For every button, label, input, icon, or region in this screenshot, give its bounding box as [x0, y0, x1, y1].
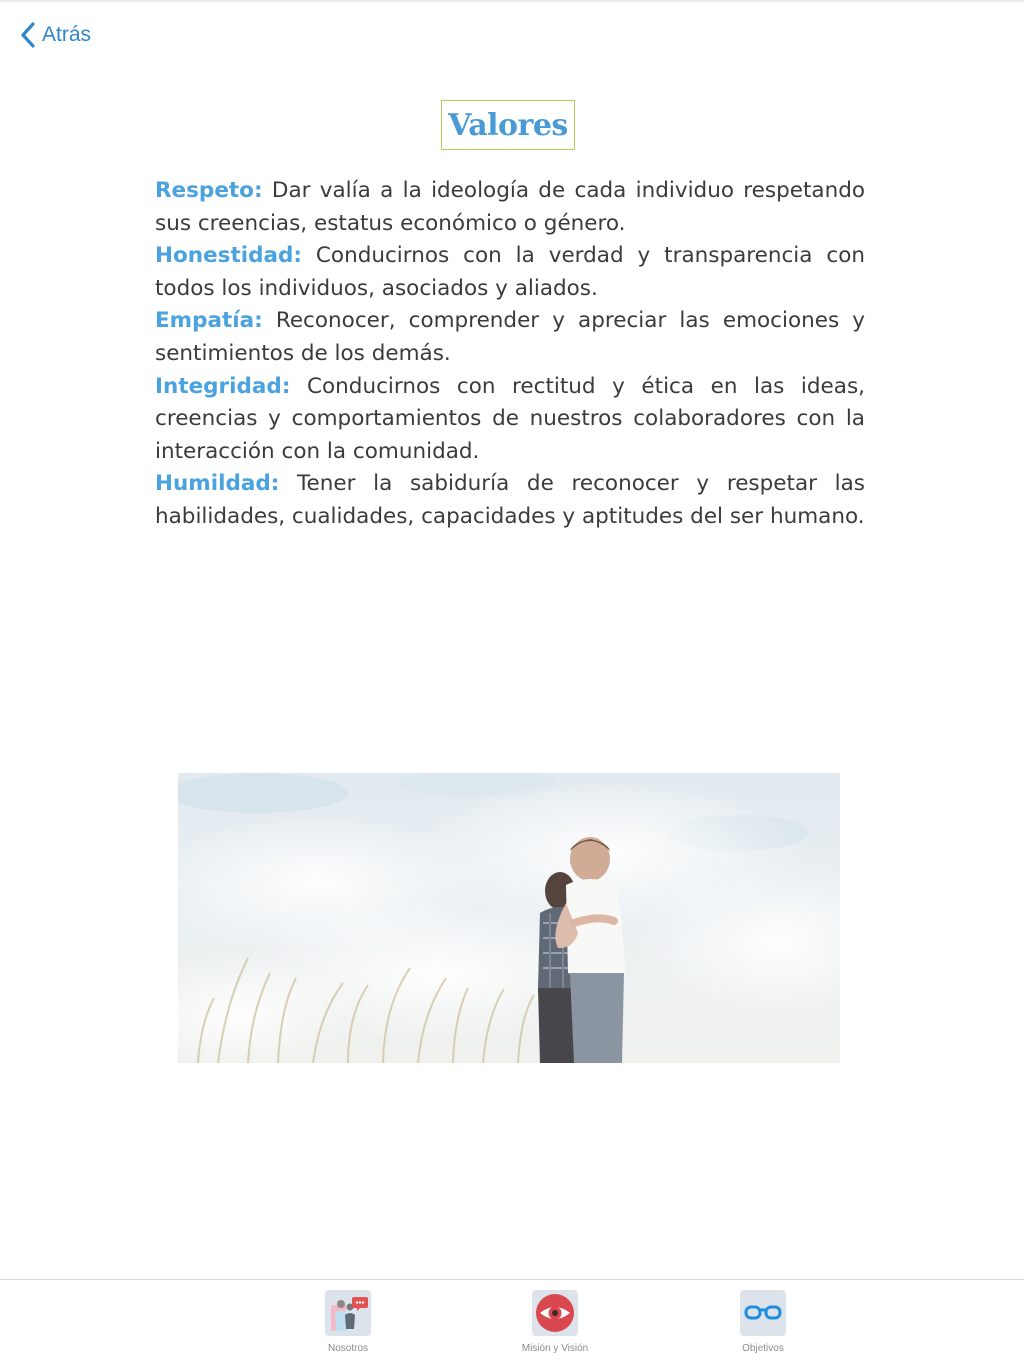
value-item: Humildad: Tener la sabiduría de reconoce… [155, 468, 865, 533]
tab-bar: Nosotros Misión y Visión Objetivos [0, 1279, 1024, 1370]
value-term: Integridad: [155, 373, 291, 399]
tab-label: Nosotros [327, 1343, 368, 1354]
screen: Atrás Valores Respeto: Dar valía a la id… [0, 0, 1024, 1370]
page-title-box: Valores [441, 100, 575, 150]
value-term: Honestidad: [155, 243, 302, 269]
value-item: Empatía: Reconocer, comprender y aprecia… [155, 305, 865, 370]
back-button[interactable]: Atrás [20, 22, 91, 48]
tab-mision-vision[interactable]: Misión y Visión [500, 1290, 610, 1354]
tab-label: Misión y Visión [521, 1343, 589, 1354]
page-title: Valores [448, 107, 568, 143]
value-item: Integridad: Conducirnos con rectitud y é… [155, 371, 865, 469]
value-term: Respeto: [155, 178, 263, 203]
value-term: Humildad: [155, 471, 280, 497]
back-label: Atrás [42, 23, 92, 46]
eye-icon [532, 1290, 578, 1336]
couple-photo [178, 773, 840, 1063]
tab-label: Objetivos [742, 1343, 784, 1354]
glasses-icon [740, 1290, 786, 1336]
tab-nosotros[interactable]: Nosotros [293, 1290, 403, 1354]
value-term: Empatía: [155, 308, 263, 334]
value-item: Honestidad: Conducirnos con la verdad y … [155, 240, 865, 305]
tab-objetivos[interactable]: Objetivos [708, 1290, 818, 1354]
people-chat-icon [325, 1290, 371, 1336]
values-list: Respeto: Dar valía a la ideología de cad… [155, 175, 865, 534]
chevron-left-icon [20, 22, 36, 48]
value-item: Respeto: Dar valía a la ideología de cad… [155, 175, 865, 240]
